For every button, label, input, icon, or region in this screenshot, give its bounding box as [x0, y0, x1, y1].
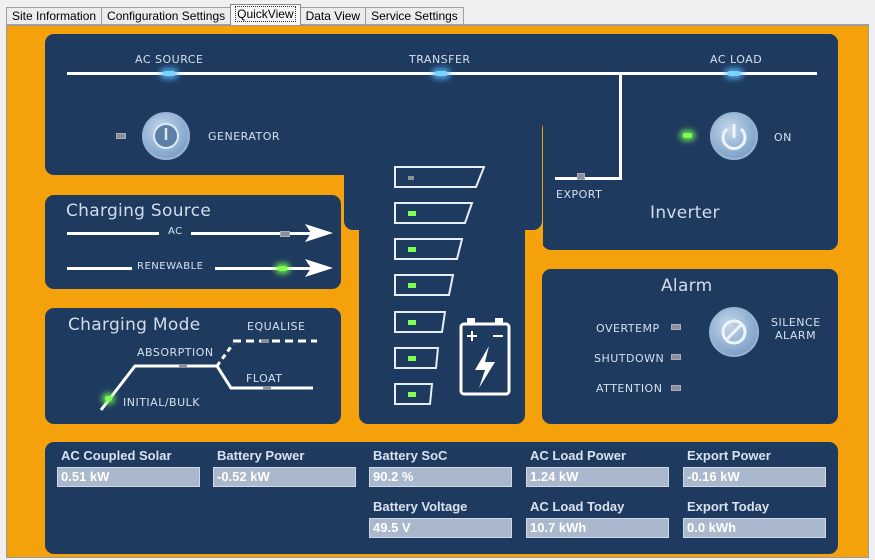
center-connector — [344, 34, 542, 120]
ac-load-led — [728, 71, 740, 76]
attention-led — [671, 385, 681, 391]
quickview-panel: AC SOURCE TRANSFER AC LOAD GENERATOR ON … — [6, 25, 869, 558]
cancel-icon — [721, 319, 747, 345]
arrow-right-icon — [305, 224, 333, 242]
ac-load-label: AC LOAD — [710, 53, 763, 66]
ac-load-power-value: 1.24 kW — [526, 467, 669, 487]
charging-mode-graph — [99, 339, 317, 411]
ac-charge-label: AC — [168, 226, 183, 237]
tab-data-view[interactable]: Data View — [299, 7, 367, 25]
silence-alarm-label-line1: SILENCE — [771, 316, 821, 329]
tab-service-settings[interactable]: Service Settings — [365, 7, 464, 25]
silence-alarm-label-line2: ALARM — [775, 329, 817, 342]
ac-source-label: AC SOURCE — [135, 53, 204, 66]
overtemp-label: OVERTEMP — [596, 322, 660, 335]
ac-coupled-solar-label: AC Coupled Solar — [61, 448, 172, 463]
generator-label: GENERATOR — [208, 130, 281, 143]
ac-load-power-label: AC Load Power — [530, 448, 627, 463]
ac-charge-led — [280, 231, 290, 237]
battery-segment-3 — [394, 311, 447, 333]
battery-segment-5 — [394, 238, 464, 260]
ac-coupled-solar-value: 0.51 kW — [57, 467, 200, 487]
initial-bulk-led — [105, 396, 112, 401]
tab-site-information[interactable]: Site Information — [6, 7, 103, 25]
battery-soc-label: Battery SoC — [373, 448, 448, 463]
battery-power-label: Battery Power — [217, 448, 305, 463]
export-line-vertical — [619, 72, 622, 180]
ac-charge-line-right — [191, 232, 311, 235]
ac-load-today-value: 10.7 kWh — [526, 518, 669, 538]
battery-segment-6 — [394, 202, 474, 224]
lightning-icon — [475, 346, 495, 388]
export-power-value: -0.16 kW — [683, 467, 826, 487]
ac-load-today-label: AC Load Today — [530, 499, 625, 514]
power-icon — [153, 123, 179, 149]
battery-segment-2 — [394, 347, 440, 369]
export-led — [577, 173, 585, 180]
battery-icon — [459, 318, 511, 396]
alarm-title: Alarm — [661, 276, 713, 296]
export-power-label: Export Power — [687, 448, 771, 463]
shutdown-label: SHUTDOWN — [594, 352, 665, 365]
export-line-horizontal — [555, 177, 622, 180]
generator-led — [116, 133, 126, 139]
shutdown-led — [671, 354, 681, 360]
inverter-title: Inverter — [650, 203, 720, 223]
renewable-line-right — [215, 267, 311, 270]
renewable-led — [278, 266, 287, 271]
export-today-value: 0.0 kWh — [683, 518, 826, 538]
silence-alarm-button[interactable] — [709, 307, 759, 357]
tab-strip: Site Information Configuration Settings … — [6, 4, 464, 25]
ac-charge-line-left — [67, 232, 159, 235]
tab-quickview-label: QuickView — [235, 6, 296, 22]
renewable-label: RENEWABLE — [137, 261, 204, 272]
generator-power-button[interactable] — [142, 112, 190, 160]
arrow-right-icon — [305, 259, 333, 277]
export-today-label: Export Today — [687, 499, 770, 514]
tab-configuration-settings[interactable]: Configuration Settings — [101, 7, 232, 25]
attention-label: ATTENTION — [596, 382, 663, 395]
transfer-led — [435, 71, 447, 76]
battery-voltage-value: 49.5 V — [369, 518, 512, 538]
battery-power-value: -0.52 kW — [213, 467, 356, 487]
battery-segment-4 — [394, 274, 455, 296]
charging-source-title: Charging Source — [66, 201, 212, 221]
inverter-on-label: ON — [774, 131, 792, 144]
inverter-led — [683, 133, 692, 138]
inverter-power-button[interactable] — [710, 112, 758, 160]
tab-quickview[interactable]: QuickView — [230, 4, 301, 25]
notch-cover — [344, 120, 542, 128]
overtemp-led — [671, 324, 681, 330]
export-label: EXPORT — [556, 188, 603, 201]
battery-soc-value: 90.2 % — [369, 467, 512, 487]
transfer-label: TRANSFER — [409, 53, 471, 66]
renewable-line-left — [67, 267, 132, 270]
battery-voltage-label: Battery Voltage — [373, 499, 468, 514]
power-icon — [721, 124, 747, 150]
ac-source-led — [163, 71, 175, 76]
